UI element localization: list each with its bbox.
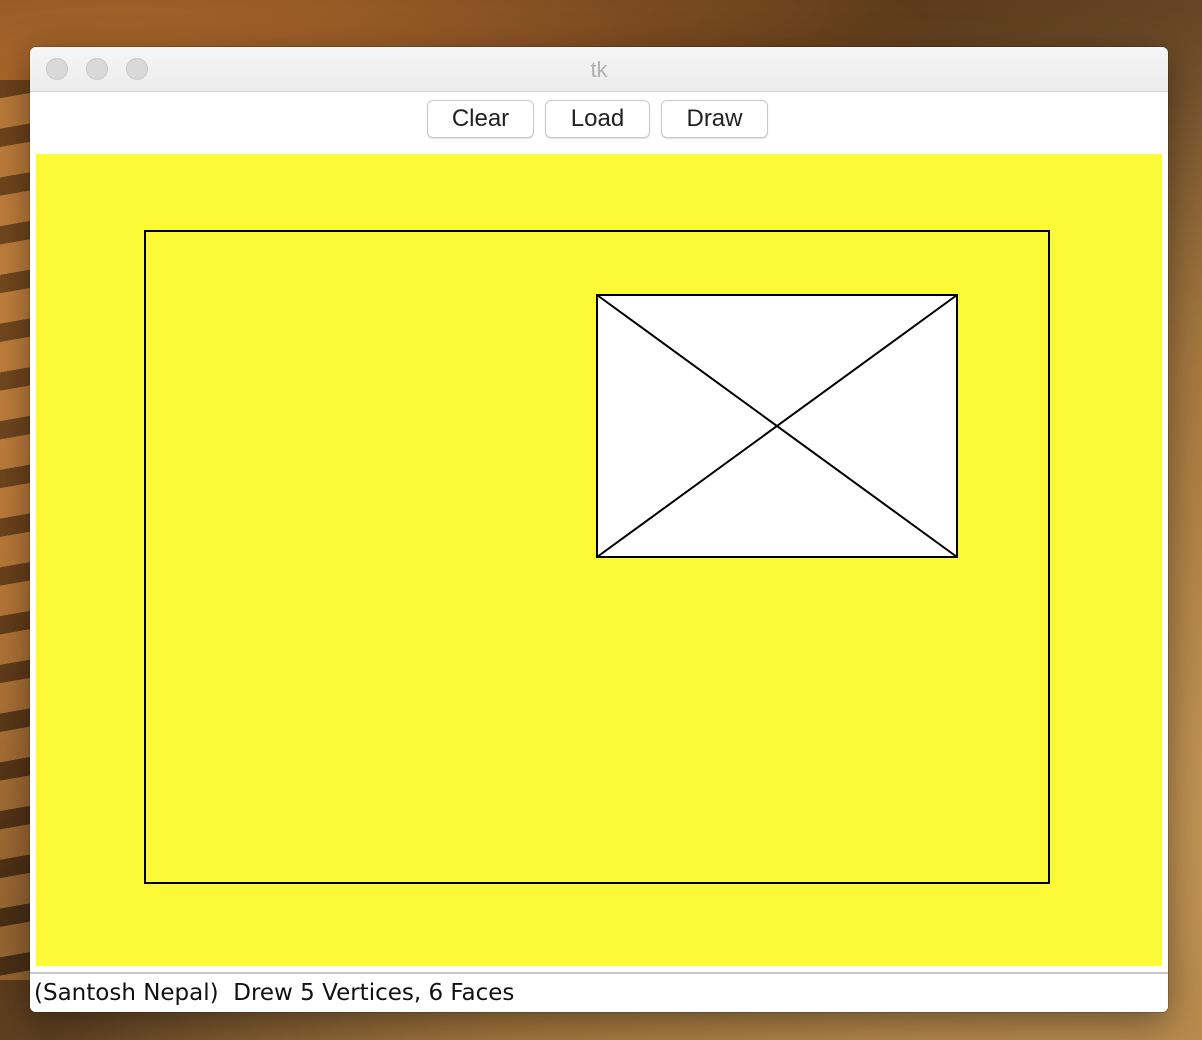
draw-button[interactable]: Draw bbox=[661, 100, 768, 138]
title-bar[interactable]: tk bbox=[30, 47, 1168, 92]
app-window: tk Clear Load Draw (Santosh Nepal) Drew … bbox=[30, 47, 1168, 1012]
window-title: tk bbox=[590, 57, 608, 82]
clear-button[interactable]: Clear bbox=[427, 100, 534, 138]
status-bar: (Santosh Nepal) Drew 5 Vertices, 6 Faces bbox=[30, 972, 1168, 1012]
load-button[interactable]: Load bbox=[545, 100, 650, 138]
drawing-canvas[interactable] bbox=[36, 154, 1162, 966]
toolbar: Clear Load Draw bbox=[30, 92, 1168, 154]
canvas-drawing bbox=[144, 230, 1050, 884]
